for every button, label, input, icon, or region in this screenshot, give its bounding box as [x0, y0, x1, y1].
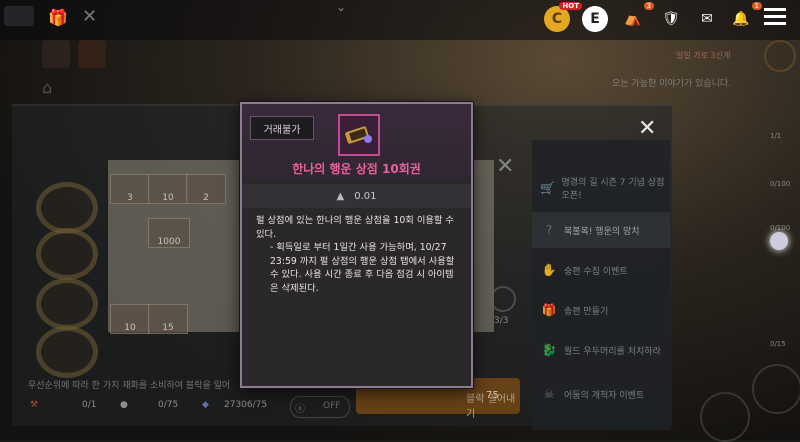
menu-toggle-icon[interactable] — [4, 6, 34, 26]
attack-button[interactable] — [700, 392, 750, 442]
hot-badge: HOT — [559, 2, 582, 10]
ticket-icon — [345, 126, 372, 144]
side-count: 0/15 — [770, 340, 786, 348]
skull-helmet-icon[interactable] — [42, 40, 70, 68]
right-note-2: 오는 가능한 이야기가 있습니다. — [612, 79, 732, 89]
hammer-icon: ⚒ — [30, 400, 39, 410]
weight-icon: ▲ — [336, 190, 345, 202]
description-line: - 획득일로 부터 1일간 사용 가능하며, 10/27 23:59 까지 펄 … — [270, 242, 455, 294]
event-item[interactable]: ☠ 어둠의 개척자 이벤트 — [532, 376, 670, 412]
gift-box-icon[interactable]: 🎁 — [48, 8, 68, 27]
description-line: 펄 상점에 있는 한나의 행운 상점을 10회 이용할 수 있다. — [256, 215, 454, 240]
res1-count: 0/1 — [82, 400, 97, 410]
portal-ring — [36, 228, 98, 280]
skull-icon: ☠ — [543, 387, 555, 401]
board-tile[interactable]: 2 — [186, 174, 226, 204]
untradeable-tag: 거래불가 — [250, 116, 314, 140]
character-portrait-icon[interactable] — [78, 40, 106, 68]
event-list: 🛒 명경의 길 시즌 7 기념 상점 오픈! ? 복불복! 행운의 망치 ✋ 숭편 수… — [532, 140, 670, 430]
refresh-icon[interactable] — [490, 286, 516, 312]
toggle-x-icon: ⓧ — [295, 404, 305, 415]
event-item-selected[interactable]: ? 복불복! 행운의 망치 — [532, 212, 670, 248]
ticket-item-icon — [338, 114, 380, 156]
coin-shop-icon[interactable]: C HOT — [544, 2, 582, 32]
alert-notification-badge: 1 — [751, 2, 762, 10]
skill-button[interactable] — [752, 364, 800, 414]
weight-value: 0.01 — [354, 190, 377, 202]
portal-ring — [36, 278, 98, 330]
bottom-hint: 우선순위에 따라 한 가지 재화를 소비하여 블락을 일어 — [28, 381, 231, 391]
dragon-icon: 🐉 — [541, 343, 557, 357]
side-count: 1/1 — [770, 132, 782, 140]
hand-icon: ✋ — [541, 263, 557, 277]
close-icon: ✕ — [638, 116, 657, 141]
toggle-label: OFF — [323, 401, 341, 411]
item-tooltip: 거래불가 한나의 행운 상점 10회권 ▲ 0.01 펄 상점에 있는 한나의 … — [240, 102, 473, 388]
board-tile[interactable]: 3 — [110, 174, 150, 204]
gem-icon: ◆ — [202, 400, 209, 410]
item-name: 한나의 행운 상점 10회권 — [292, 162, 421, 176]
cta-count: 75 — [486, 390, 499, 401]
glow-orb-icon[interactable] — [770, 232, 788, 250]
side-count: 0/100 — [770, 180, 791, 188]
scroll-quest-icon[interactable] — [764, 40, 796, 72]
tent-shop-icon[interactable]: ⛺ 3 — [620, 2, 654, 32]
board-tile[interactable]: 1000 — [148, 218, 190, 248]
portal-ring — [36, 182, 98, 234]
bell-icon[interactable]: 🔔 1 — [728, 2, 762, 32]
close-icon: ✕ — [496, 154, 515, 179]
board-tile[interactable]: 10 — [110, 304, 150, 334]
board-tile[interactable]: 10 — [148, 174, 188, 204]
board-close-button[interactable]: ✕ — [496, 154, 514, 179]
gift-icon: 🎁 — [541, 303, 557, 317]
shield-plus-icon[interactable]: 🛡 — [658, 6, 684, 32]
progress-count: 3/3 — [494, 316, 509, 326]
event-item[interactable]: 🛒 명경의 길 시즌 7 기념 상점 오픈! — [532, 170, 670, 206]
res3-count: 27306/75 — [224, 400, 268, 410]
cart-icon: 🛒 — [540, 181, 556, 195]
right-note-1: 일일 가로 3신게 — [676, 51, 731, 60]
side-count: 0/100 — [770, 224, 791, 232]
auto-toggle[interactable]: ⓧ OFF — [290, 396, 350, 418]
board-tile[interactable]: 15 — [148, 304, 188, 334]
shop-notification-badge: 3 — [643, 2, 654, 10]
question-icon: ? — [545, 223, 553, 237]
event-item[interactable]: 🐉 월드 우두머리를 처치하라 — [532, 332, 670, 368]
orb-icon: ● — [120, 400, 128, 410]
close-x-icon[interactable]: ✕ — [82, 6, 97, 27]
hamburger-menu-icon[interactable] — [764, 8, 786, 25]
panel-close-button[interactable]: ✕ — [638, 116, 656, 141]
portal-ring — [36, 326, 98, 378]
mail-icon[interactable]: ✉ — [694, 6, 720, 32]
event-item[interactable]: 🎁 송편 만들기 — [532, 292, 670, 328]
item-description: 펄 상점에 있는 한나의 행운 상점을 10회 이용할 수 있다. - 획득일로… — [256, 214, 458, 295]
weight-row: ▲ 0.01 — [242, 184, 471, 208]
res2-count: 0/75 — [158, 400, 179, 410]
home-icon[interactable]: ⌂ — [42, 78, 52, 97]
event-item[interactable]: ✋ 숭편 수집 이벤트 — [532, 252, 670, 288]
event-e-icon[interactable]: E — [582, 6, 608, 32]
chevron-down-icon[interactable]: ⌄ — [336, 0, 346, 14]
